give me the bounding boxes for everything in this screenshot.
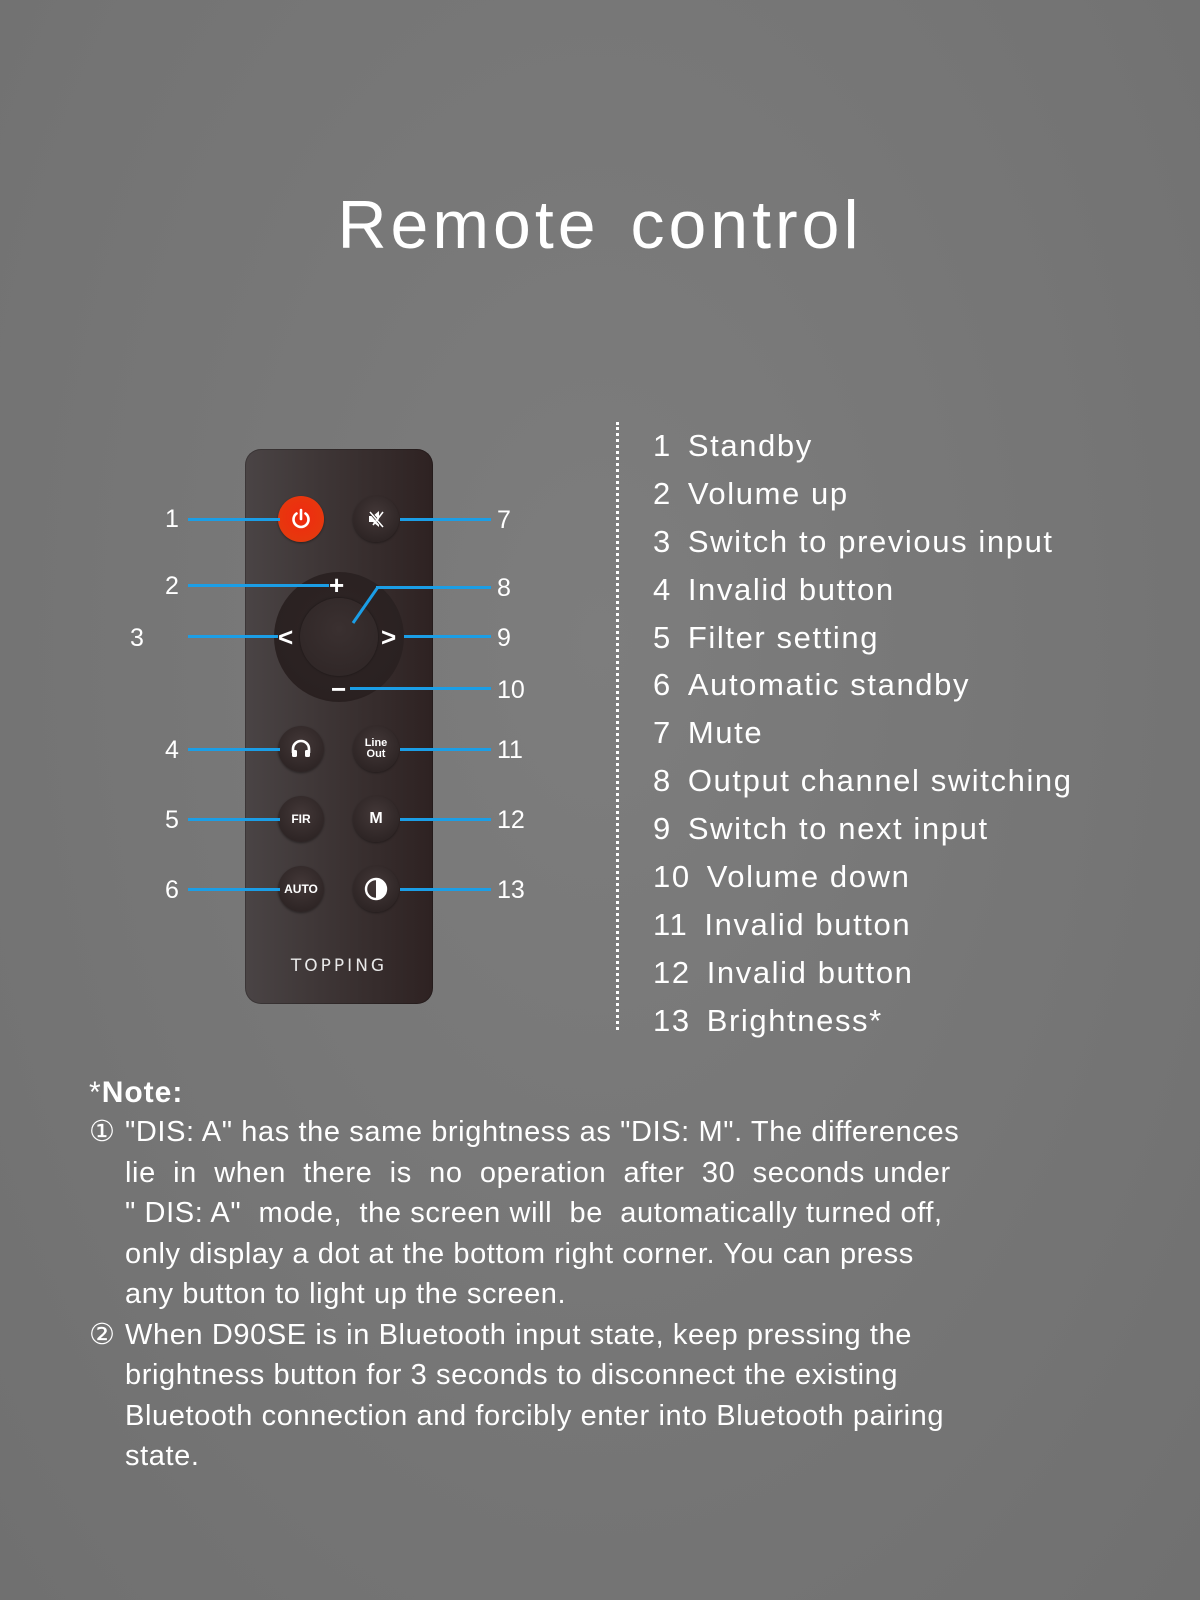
page-title: Remote control (337, 186, 863, 263)
legend-item: 6 Automatic standby (653, 667, 971, 703)
previous-input-button[interactable]: < (278, 624, 293, 650)
legend-item: 10 Volume down (653, 859, 911, 895)
note-item-2: ② When D90SE is in Bluetooth input state… (89, 1315, 1149, 1477)
callout-number-7: 7 (497, 506, 511, 534)
callout-number-9: 9 (497, 624, 511, 652)
remote-control-body (245, 449, 433, 1004)
callout-line-7 (400, 518, 491, 521)
circled-number-1: ① (89, 1116, 116, 1148)
callout-number-6: 6 (165, 876, 179, 904)
power-icon (292, 508, 310, 529)
legend-item: 11 Invalid button (653, 906, 912, 942)
callout-number-13: 13 (497, 876, 525, 904)
callout-number-11: 11 (497, 736, 523, 764)
callout-line-9 (404, 635, 491, 638)
legend-item: 12 Invalid button (653, 954, 914, 990)
callout-line-8-diagonal (351, 586, 380, 624)
callout-line-12 (400, 818, 491, 821)
mute-button[interactable] (353, 496, 399, 542)
callout-number-3: 3 (130, 624, 144, 652)
note-section: *Note: ① "DIS: A" has the same brightnes… (89, 1074, 1149, 1477)
note-title: *Note: (89, 1076, 184, 1109)
brand-logo: TOPPING (290, 956, 388, 976)
auto-button[interactable]: AUTO (278, 866, 324, 912)
callout-number-1: 1 (165, 505, 179, 533)
brightness-button[interactable] (353, 866, 399, 912)
mute-icon (368, 511, 385, 528)
callout-number-5: 5 (165, 806, 179, 834)
headphone-button[interactable] (278, 726, 324, 772)
legend-item: 9 Switch to next input (653, 811, 989, 847)
legend-item: 4 Invalid button (653, 571, 895, 607)
line-out-button[interactable]: Line Out (353, 726, 399, 772)
callout-line-6 (188, 888, 280, 891)
callout-line-13 (400, 888, 491, 891)
next-input-button[interactable]: > (381, 624, 396, 650)
callout-number-12: 12 (497, 806, 525, 834)
callout-line-5 (188, 818, 280, 821)
callout-line-11 (400, 748, 491, 751)
callout-number-4: 4 (165, 736, 179, 764)
legend-item: 13 Brightness* (653, 1002, 883, 1038)
m-button[interactable]: M (353, 796, 399, 842)
dotted-divider (616, 422, 619, 1030)
legend-item: 2 Volume up (653, 475, 849, 511)
legend-item: 5 Filter setting (653, 619, 880, 655)
half-circle-icon (364, 877, 388, 901)
callout-line-8 (376, 586, 491, 589)
headphone-icon (291, 739, 311, 757)
button-legend: 1 Standby 2 Volume up 3 Switch to previous … (653, 422, 1073, 1045)
legend-item: 3 Switch to previous input (653, 523, 1054, 559)
volume-down-button[interactable]: − (331, 676, 346, 702)
legend-item: 7 Mute (653, 715, 764, 751)
fir-label: FIR (291, 812, 311, 826)
line-out-label-line2: Out (366, 748, 386, 760)
callout-number-2: 2 (165, 572, 179, 600)
callout-line-1 (188, 518, 280, 521)
callout-number-10: 10 (497, 676, 525, 704)
callout-number-8: 8 (497, 574, 511, 602)
fir-button[interactable]: FIR (278, 796, 324, 842)
callout-line-10 (350, 687, 491, 690)
legend-item: 8 Output channel switching (653, 763, 1073, 799)
callout-line-4 (188, 748, 280, 751)
auto-label: AUTO (284, 882, 318, 896)
volume-up-button[interactable]: + (329, 572, 344, 598)
circled-number-2: ② (89, 1318, 116, 1351)
callout-line-3 (188, 635, 278, 638)
m-label: M (369, 810, 383, 827)
callout-line-2 (188, 584, 329, 587)
standby-button[interactable] (278, 496, 324, 542)
legend-item: 1 Standby (653, 428, 813, 463)
note-item-1: ① "DIS: A" has the same brightness as "D… (89, 1112, 1149, 1315)
